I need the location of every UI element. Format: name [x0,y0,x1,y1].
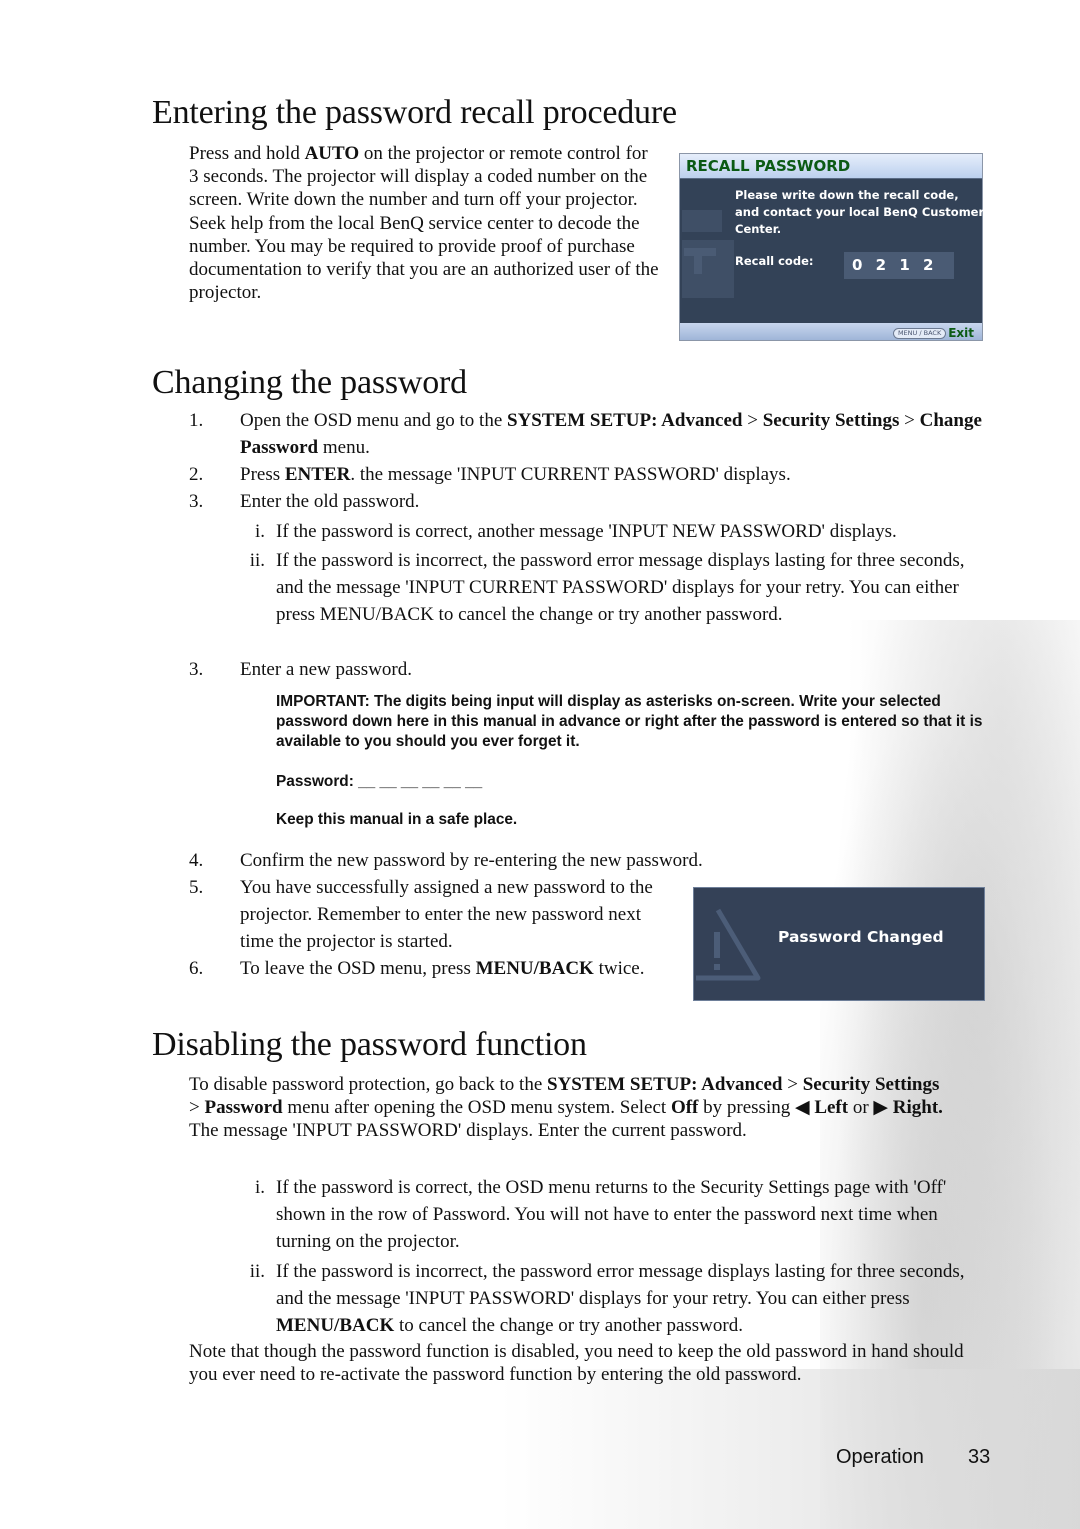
osd-recall-title: RECALL PASSWORD [680,154,982,179]
emphasis-text: MENU/BACK [276,1315,395,1336]
lock-icon [682,210,734,298]
disabling-note: Note that though the password function i… [189,1341,964,1386]
step-number: 3. [189,659,204,680]
text-run: menu after opening the OSD menu system. … [282,1097,671,1119]
list-item: 5. You have successfully assigned a new p… [189,874,669,955]
text-run: . the message 'INPUT CURRENT PASSWORD' d… [350,464,791,485]
emphasis-text: ENTER [284,464,351,485]
recall-code-label: Recall code: [735,254,814,268]
emphasis-text: ▶ Right. [873,1097,943,1119]
item-number: 1. [189,410,204,431]
text-run: > [742,410,763,431]
item-text: Press ENTER. the message 'INPUT CURRENT … [189,461,989,488]
text-run: on the projector or remote control for 3… [189,143,659,304]
list-item: 3. Enter the old password. [189,488,989,515]
warning-icon [696,908,761,981]
footer-section-name: Operation [836,1446,924,1468]
item-number: 5. [189,877,204,898]
emphasis-text: SYSTEM SETUP: Advanced [547,1074,783,1095]
step-enter-new-password: 3. Enter a new password. [189,656,989,683]
item-text: If the password is incorrect, the passwo… [276,550,965,625]
changing-steps-list: 1. Open the OSD menu and go to the SYSTEM… [189,407,989,515]
item-text: To leave the OSD menu, press MENU/BACK t… [189,955,669,982]
list-item: i. If the password is correct, the OSD me… [189,1174,989,1255]
footer-page-number: 33 [968,1446,991,1468]
text-run: twice. [593,958,645,979]
step-text: Enter a new password. [240,659,413,680]
item-number: ii. [249,1261,265,1282]
text-run: Press [240,464,285,485]
list-item: 6. To leave the OSD menu, press MENU/BACK… [189,955,669,982]
list-item: 2. Press ENTER. the message 'INPUT CURREN… [189,461,989,488]
list-item: ii. If the password is incorrect, the pas… [189,547,989,628]
osd-recall-footer: MENU / BACK Exit [680,323,982,340]
recall-code-value: 0 2 1 2 [844,252,954,279]
item-number: 3. [189,491,204,512]
item-text: Enter the old password. [189,488,989,515]
list-item: i. If the password is correct, another me… [189,518,989,545]
changing-later-steps-list: 4. Confirm the new password by re-enterin… [189,847,703,982]
text-run: to cancel the change or try another pass… [394,1315,743,1336]
text-run: > [899,410,920,431]
emphasis-text: Off [670,1097,699,1119]
item-text: If the password is incorrect, the passwo… [189,1258,989,1339]
important-note: IMPORTANT: The digits being input will d… [276,693,983,750]
list-item: ii. If the password is incorrect, the pas… [189,1258,989,1339]
osd-recall-message: Please write down the recall code, and c… [735,188,985,236]
changing-substeps-list: i. If the password is correct, another me… [189,518,989,630]
emphasis-text: Security Settings [802,1074,940,1095]
osd-password-changed-dialog: Password Changed [693,887,985,1001]
heading-disabling-password: Disabling the password function [152,1026,587,1063]
password-changed-label: Password Changed [778,928,944,946]
menu-back-button[interactable]: MENU / BACK [892,328,947,339]
emphasis-text: Password [204,1097,283,1119]
text-run: menu. [318,437,370,458]
keep-safe-note: Keep this manual in a safe place. [276,811,518,828]
item-text: Open the OSD menu and go to the SYSTEM S… [189,407,989,461]
text-run: > [782,1074,803,1095]
text-run: You have successfully assigned a new pas… [240,877,653,952]
item-text: If the password is correct, the OSD menu… [189,1174,989,1255]
text-run: Confirm the new password by re-entering … [240,850,703,871]
text-run: The message 'INPUT PASSWORD' displays. E… [189,1120,747,1142]
item-number: ii. [249,550,265,571]
text-run: or [848,1097,874,1119]
osd-recall-password-dialog: RECALL PASSWORD Please write down the re… [679,153,985,341]
text-run: If the password is correct, the OSD menu… [276,1177,947,1252]
emphasis-text: ◀ Left [794,1097,849,1119]
text-run: > [189,1097,205,1119]
list-item: 4. Confirm the new password by re-enterin… [189,847,703,874]
disabling-intro-text: To disable password protection, go back … [189,1073,944,1143]
text-run: If the password is incorrect, the passwo… [276,1261,965,1309]
disabling-substeps-list: i. If the password is correct, the OSD me… [189,1174,989,1342]
item-number: 6. [189,958,204,979]
text-run: Open the OSD menu and go to the [240,410,508,431]
emphasis-text: AUTO [304,143,360,164]
recall-procedure-text: Press and hold AUTO on the projector or … [189,142,659,304]
item-text: If the password is correct, another mess… [276,521,897,542]
text-run: To disable password protection, go back … [189,1074,548,1095]
item-number: i. [254,521,265,542]
heading-recall-procedure: Entering the password recall procedure [152,94,677,131]
list-item: 1. Open the OSD menu and go to the SYSTEM… [189,407,989,461]
password-write-field: Password: __ __ __ __ __ __ [276,773,483,790]
text-run: Press and hold [189,143,305,164]
item-number: 2. [189,464,204,485]
item-number: i. [254,1177,265,1198]
emphasis-text: MENU/BACK [475,958,594,979]
exit-label: Exit [948,326,974,340]
text-run: To leave the OSD menu, press [240,958,476,979]
text-run: by pressing [698,1097,795,1119]
item-number: 4. [189,850,204,871]
emphasis-text: SYSTEM SETUP: Advanced [507,410,743,431]
emphasis-text: Security Settings [762,410,900,431]
heading-changing-password: Changing the password [152,364,467,401]
item-text: Confirm the new password by re-entering … [189,847,703,874]
background-decoration-bottom [500,1369,1080,1529]
text-run: Enter the old password. [240,491,420,512]
item-text: You have successfully assigned a new pas… [189,874,669,955]
